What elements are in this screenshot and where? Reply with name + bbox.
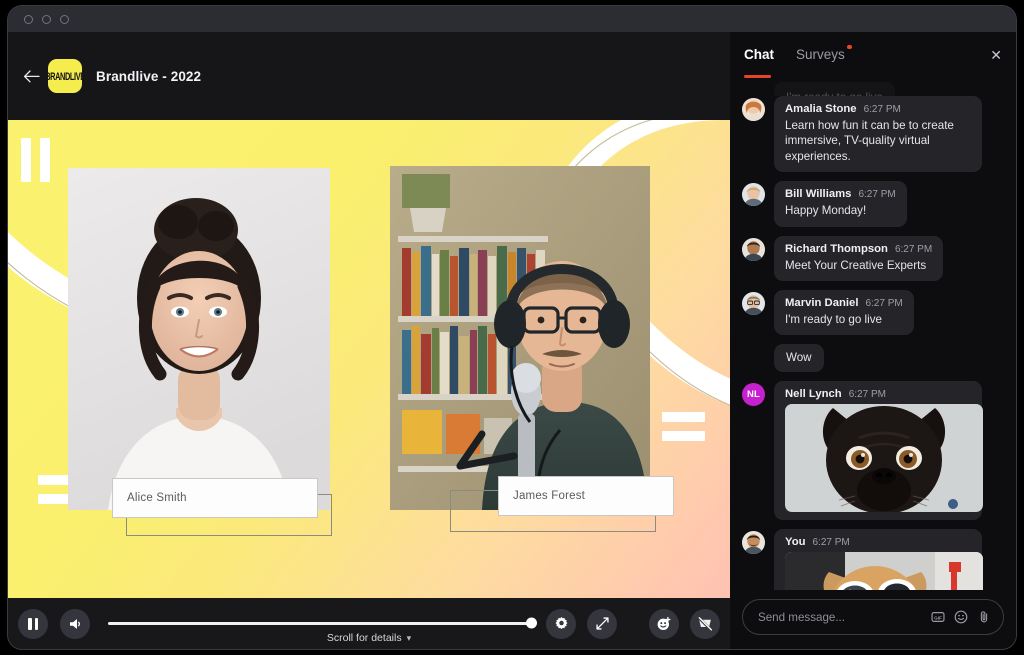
list-item[interactable]: Wow [774,344,1004,371]
avatar [742,98,765,121]
surveys-badge-dot [847,45,852,50]
video-stage[interactable]: Alice Smith [8,120,730,598]
player-right-controls [546,609,720,639]
message-bubble: Bill Williams 6:27 PM Happy Monday! [774,181,907,226]
message-author: Amalia Stone [785,103,857,115]
add-reaction-icon [656,616,672,632]
list-item[interactable]: Richard Thompson 6:27 PM Meet Your Creat… [742,236,1004,281]
settings-gear-icon [554,616,569,631]
list-item[interactable]: Marvin Daniel 6:27 PM I'm ready to go li… [742,290,1004,335]
progress-knob[interactable] [526,618,537,629]
tab-chat-label: Chat [744,47,774,62]
message-time: 6:27 PM [864,104,901,115]
brandlive-logo-text: BRANDLIVE [48,69,82,82]
message-author: Bill Williams [785,188,851,200]
message-bubble: Wow [774,344,824,371]
brandlive-logo: BRANDLIVE [48,59,82,93]
equals-mark-right [662,412,705,441]
attachment-icon[interactable] [977,610,991,624]
message-author: Richard Thompson [785,243,888,255]
message-image[interactable] [785,404,983,512]
pause-button[interactable] [18,609,48,639]
message-bubble: You 6:27 PM [774,529,982,590]
volume-icon [68,617,83,631]
send-message-input[interactable] [758,611,931,624]
emoji-icon[interactable] [954,610,968,624]
chat-panel: Chat Surveys ✕ I'm ready to go live [730,32,1016,649]
message-time: 6:27 PM [895,244,932,255]
window-minimize-dot[interactable] [42,15,51,24]
presenter-tile-1[interactable]: Alice Smith [68,168,330,510]
avatar [742,292,765,315]
avatar [742,183,765,206]
page-title: Brandlive - 2022 [96,69,201,84]
faded-message-text: I'm ready to go live [786,91,883,96]
avatar [742,238,765,261]
expand-button[interactable] [587,609,617,639]
screenshare-off-button[interactable] [690,609,720,639]
settings-button[interactable] [546,609,576,639]
message-time: 6:27 PM [865,298,902,309]
nameplate-2: James Forest [498,476,674,516]
presenter-tile-2[interactable]: James Forest [390,166,650,510]
window-titlebar [8,6,1016,32]
message-bubble: Richard Thompson 6:27 PM Meet Your Creat… [774,236,943,281]
presenter-name-1: Alice Smith [127,492,187,504]
tab-surveys[interactable]: Surveys [796,47,845,64]
gif-icon[interactable]: GIF [931,610,945,624]
message-time: 6:27 PM [849,389,886,400]
avatar-initials: NL [747,389,760,400]
avatar: NL [742,383,765,406]
message-text: Happy Monday! [785,203,896,218]
message-author: Marvin Daniel [785,297,858,309]
expand-arrows-icon [595,616,610,631]
message-text: Learn how fun it can be to create immers… [785,118,971,164]
message-bubble: Amalia Stone 6:27 PM Learn how fun it ca… [774,96,982,172]
message-author: Nell Lynch [785,388,842,400]
tab-surveys-label: Surveys [796,47,845,62]
message-time: 6:27 PM [813,537,850,548]
list-item[interactable]: Amalia Stone 6:27 PM Learn how fun it ca… [742,96,1004,172]
list-item[interactable]: NL Nell Lynch 6:27 PM [742,381,1004,520]
message-image[interactable] [785,552,983,590]
volume-button[interactable] [60,609,90,639]
svg-text:GIF: GIF [934,615,942,621]
tab-chat[interactable]: Chat [744,47,774,64]
message-bubble: Nell Lynch 6:27 PM [774,381,982,520]
composer-icon-group: GIF [931,610,991,624]
avatar [742,531,765,554]
app-window: BRANDLIVE Brandlive - 2022 [8,6,1016,649]
message-text: Wow [786,350,812,365]
pause-icon [28,618,38,630]
composer-box[interactable]: GIF [742,599,1004,635]
message-text: Meet Your Creative Experts [785,258,932,273]
nameplate-1: Alice Smith [112,478,318,518]
faded-top-message: I'm ready to go live [774,82,1004,96]
progress-track[interactable] [108,622,532,625]
add-reaction-button[interactable] [649,609,679,639]
back-arrow-icon[interactable] [18,63,44,89]
message-time: 6:27 PM [858,189,895,200]
equals-mark-top-left [21,138,50,182]
message-author: You [785,536,806,548]
presenter-photo-1 [68,168,330,510]
presenter-photo-2 [390,166,650,510]
chat-tab-bar: Chat Surveys ✕ [730,32,1016,78]
presenter-name-2: James Forest [513,490,585,502]
chat-composer: GIF [730,590,1016,649]
message-bubble: Marvin Daniel 6:27 PM I'm ready to go li… [774,290,914,335]
progress-bar[interactable] [108,609,532,639]
list-item[interactable]: You 6:27 PM [742,529,1004,590]
close-icon[interactable]: ✕ [990,48,1002,62]
player-control-bar [8,598,730,649]
message-text: I'm ready to go live [785,312,903,327]
window-maximize-dot[interactable] [60,15,69,24]
list-item[interactable]: Bill Williams 6:27 PM Happy Monday! [742,181,1004,226]
chat-message-list[interactable]: I'm ready to go live Amalia Stone [730,78,1016,590]
screenshare-off-icon [697,616,713,632]
window-close-dot[interactable] [24,15,33,24]
